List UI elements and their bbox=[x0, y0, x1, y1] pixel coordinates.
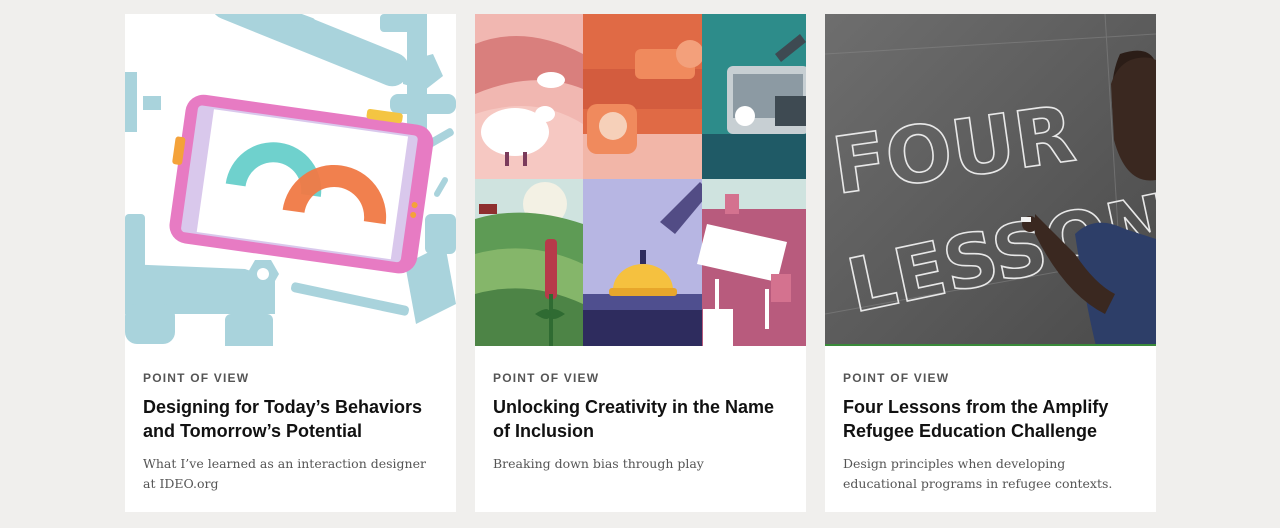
article-description: What I’ve learned as an interaction desi… bbox=[143, 456, 426, 491]
article-thumbnail[interactable]: FOUR LESSONS bbox=[825, 14, 1156, 346]
article-category: POINT OF VIEW bbox=[493, 371, 600, 385]
article-thumbnail[interactable] bbox=[125, 14, 456, 346]
chalkboard-photo: FOUR LESSONS bbox=[825, 14, 1156, 346]
article-title[interactable]: Designing for Today’s Behaviors and Tomo… bbox=[143, 395, 438, 443]
phone-tools-illustration bbox=[125, 14, 456, 346]
article-category: POINT OF VIEW bbox=[843, 371, 950, 385]
article-card-2[interactable]: POINT OF VIEW Unlocking Creativity in th… bbox=[475, 14, 806, 512]
article-title[interactable]: Four Lessons from the Amplify Refugee Ed… bbox=[843, 395, 1138, 443]
article-category: POINT OF VIEW bbox=[143, 371, 250, 385]
article-card-grid: POINT OF VIEW Designing for Today’s Beha… bbox=[125, 14, 1156, 512]
article-title[interactable]: Unlocking Creativity in the Name of Incl… bbox=[493, 395, 788, 443]
article-description: Design principles when developing educat… bbox=[843, 456, 1113, 491]
article-thumbnail[interactable] bbox=[475, 14, 806, 346]
article-description: Breaking down bias through play bbox=[493, 456, 704, 471]
article-card-1[interactable]: POINT OF VIEW Designing for Today’s Beha… bbox=[125, 14, 456, 512]
collage-illustration bbox=[475, 14, 806, 346]
article-card-3[interactable]: FOUR LESSONS POINT OF VIEW Four Lessons … bbox=[825, 14, 1156, 512]
